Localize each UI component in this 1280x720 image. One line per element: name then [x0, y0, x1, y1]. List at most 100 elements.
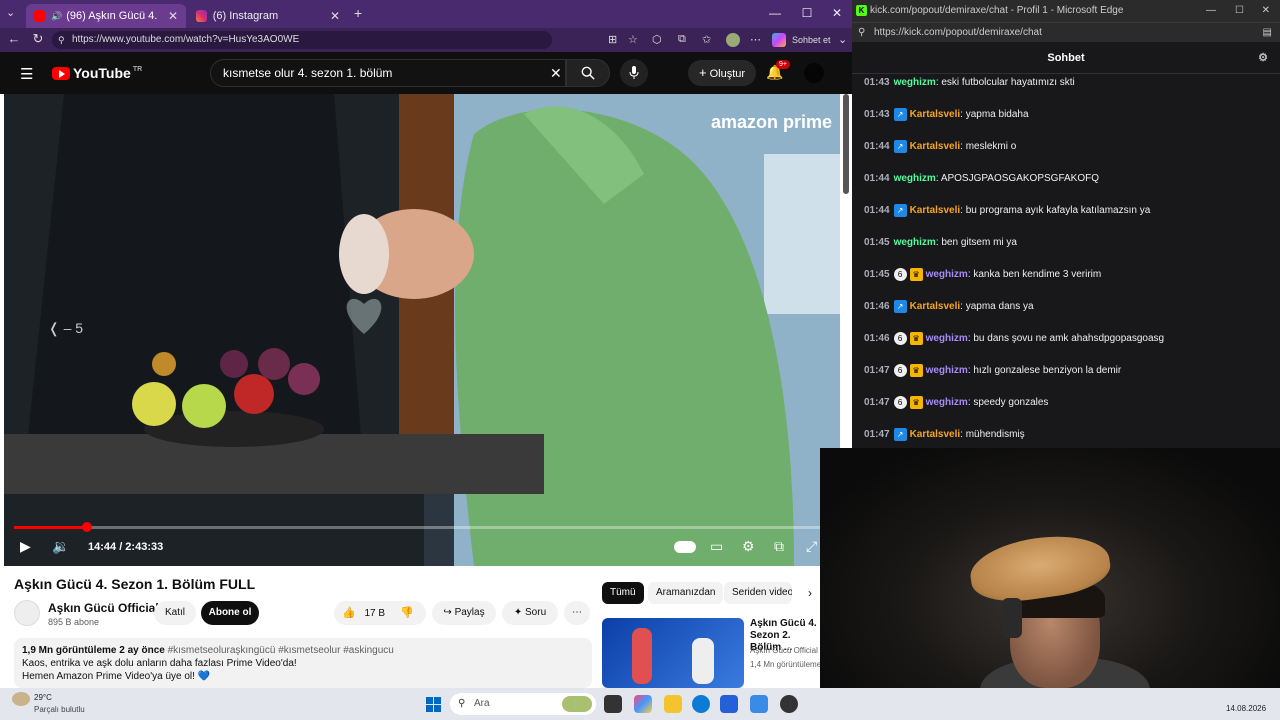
search-button[interactable]	[566, 59, 610, 87]
url-field[interactable]: ⚲ https://www.youtube.com/watch?v=HusYe3…	[52, 31, 552, 49]
recommended-thumbnail[interactable]	[602, 618, 744, 688]
site-info-icon[interactable]: ⚲	[58, 31, 65, 49]
badge-icon[interactable]: ↗	[893, 427, 907, 441]
menu-icon[interactable]: ☰	[20, 65, 33, 83]
crown-badge-icon[interactable]: ♛	[909, 363, 923, 377]
weather-icon[interactable]	[12, 692, 30, 706]
address-bar[interactable]: ⚲ https://kick.com/popout/demiraxe/chat …	[852, 22, 1280, 42]
back-icon[interactable]: ←	[4, 31, 24, 46]
like-count[interactable]: 17 B	[364, 608, 385, 619]
badge-icon[interactable]: ↗	[893, 107, 907, 121]
taskbar-search[interactable]: ⚲ Ara	[450, 693, 596, 715]
tab-instagram[interactable]: (6) Instagram ✕	[188, 4, 348, 28]
subscriber-badge-icon[interactable]: 6	[893, 395, 907, 409]
search-input[interactable]: kısmetse olur 4. sezon 1. bölüm	[210, 59, 566, 87]
chat-username[interactable]: weghizm	[926, 397, 968, 408]
progress-bar[interactable]	[14, 522, 830, 532]
edge-icon[interactable]	[692, 695, 710, 713]
volume-icon[interactable]: 🔉	[52, 538, 69, 555]
chat-username[interactable]: Kartalsveli	[910, 301, 961, 312]
channel-name[interactable]: Aşkın Gücü Official	[48, 601, 159, 615]
subscriber-badge-icon[interactable]: 6	[893, 267, 907, 281]
crown-badge-icon[interactable]: ♛	[909, 267, 923, 281]
settings-icon[interactable]: ⚙	[742, 538, 755, 555]
miniplayer-icon[interactable]: ⧉	[774, 538, 784, 555]
share-button[interactable]: ↪ Paylaş	[432, 601, 496, 625]
chat-username[interactable]: weghizm	[926, 365, 968, 376]
new-tab-icon[interactable]: +	[354, 5, 362, 21]
avatar[interactable]	[804, 63, 824, 83]
minimize-icon[interactable]: —	[760, 6, 790, 20]
chat-username[interactable]: Kartalsveli	[910, 205, 961, 216]
extension-icon[interactable]: ⬡	[652, 33, 662, 46]
more-icon[interactable]: ⋯	[750, 33, 761, 46]
chip-from-search[interactable]: Aramanızdan	[648, 582, 724, 604]
subscribe-button[interactable]: Abone ol	[201, 601, 259, 625]
task-view-icon[interactable]	[604, 695, 622, 713]
dislike-icon[interactable]: 👎	[400, 601, 414, 625]
video-player[interactable]: amazon prime ❬ – 5 ▶ 🔉 14:44 / 2:43:33 ▭…	[4, 94, 840, 566]
subscriber-badge-icon[interactable]: 6	[893, 331, 907, 345]
app-icon[interactable]	[780, 695, 798, 713]
close-window-icon[interactable]: ✕	[1262, 0, 1270, 22]
ask-button[interactable]: ✦ Soru	[502, 601, 558, 625]
minimize-icon[interactable]: —	[1206, 0, 1216, 22]
youtube-logo[interactable]: YouTube TR	[52, 65, 142, 81]
scrollbar[interactable]	[843, 94, 849, 194]
favorite-icon[interactable]: ☆	[628, 33, 638, 46]
fullscreen-icon[interactable]: ⤢	[806, 538, 817, 555]
chat-username[interactable]: Kartalsveli	[910, 429, 961, 440]
chat-username[interactable]: Kartalsveli	[910, 141, 961, 152]
tab-youtube[interactable]: 🔊 (96) Aşkın Gücü 4. Sezon 1. Bö ✕	[26, 4, 186, 28]
channel-avatar[interactable]	[14, 600, 40, 626]
chevron-down-icon[interactable]: ⌄	[838, 33, 847, 46]
copilot-app-icon[interactable]	[634, 695, 652, 713]
maximize-icon[interactable]: ☐	[792, 6, 822, 20]
crown-badge-icon[interactable]: ♛	[909, 331, 923, 345]
badge-icon[interactable]: ↗	[893, 203, 907, 217]
chat-username[interactable]: weghizm	[894, 77, 936, 88]
profile-avatar[interactable]	[726, 33, 740, 47]
favorites-bar-icon[interactable]: ✩	[702, 33, 711, 46]
collections-icon[interactable]: ⧉	[678, 33, 686, 46]
audio-icon[interactable]: 🔊	[51, 11, 62, 22]
copilot-label[interactable]: Sohbet et	[792, 35, 831, 45]
crown-badge-icon[interactable]: ♛	[909, 395, 923, 409]
close-tab-icon[interactable]: ✕	[330, 9, 340, 23]
hashtags[interactable]: #kısmetseoluraşkıngücü #kısmetseolur #as…	[168, 645, 394, 656]
subscriber-badge-icon[interactable]: 6	[893, 363, 907, 377]
create-button[interactable]: + Oluştur	[688, 60, 756, 86]
maximize-icon[interactable]: ☐	[1235, 0, 1244, 22]
site-info-icon[interactable]: ⚲	[858, 23, 865, 43]
store-icon[interactable]	[720, 695, 738, 713]
clear-icon[interactable]: ✕	[550, 65, 562, 82]
reading-view-icon[interactable]: ▤	[1263, 23, 1272, 43]
chip-all[interactable]: Tümü	[602, 582, 644, 604]
join-button[interactable]: Katıl	[154, 601, 196, 625]
app-icon[interactable]: ⊞	[608, 33, 617, 46]
badge-icon[interactable]: ↗	[893, 299, 907, 313]
more-icon[interactable]: ⋯	[564, 601, 590, 625]
chat-username[interactable]: weghizm	[894, 237, 936, 248]
play-icon[interactable]: ▶	[20, 538, 31, 555]
autoplay-toggle-icon[interactable]	[674, 541, 696, 553]
chat-username[interactable]: weghizm	[926, 333, 968, 344]
close-window-icon[interactable]: ✕	[822, 6, 852, 20]
description-box[interactable]: 1,9 Mn görüntüleme 2 ay önce #kısmetseol…	[14, 638, 592, 688]
weather-temp[interactable]: 29°C	[34, 693, 52, 702]
file-explorer-icon[interactable]	[664, 695, 682, 713]
windows-start-icon[interactable]	[426, 697, 441, 712]
badge-icon[interactable]: ↗	[893, 139, 907, 153]
chat-username[interactable]: weghizm	[894, 173, 936, 184]
refresh-icon[interactable]: ↻	[28, 31, 48, 47]
subtitles-icon[interactable]: ▭	[710, 538, 723, 555]
like-icon[interactable]: 👍	[342, 607, 356, 619]
copilot-icon[interactable]	[772, 33, 786, 47]
outlook-icon[interactable]	[750, 695, 768, 713]
close-tab-icon[interactable]: ✕	[168, 9, 178, 23]
chevron-down-icon[interactable]: ⌄	[6, 6, 15, 19]
chevron-right-icon[interactable]: ›	[808, 586, 812, 600]
user-settings-icon[interactable]: ⚙	[1258, 42, 1268, 74]
chat-username[interactable]: weghizm	[926, 269, 968, 280]
chat-username[interactable]: Kartalsveli	[910, 109, 961, 120]
